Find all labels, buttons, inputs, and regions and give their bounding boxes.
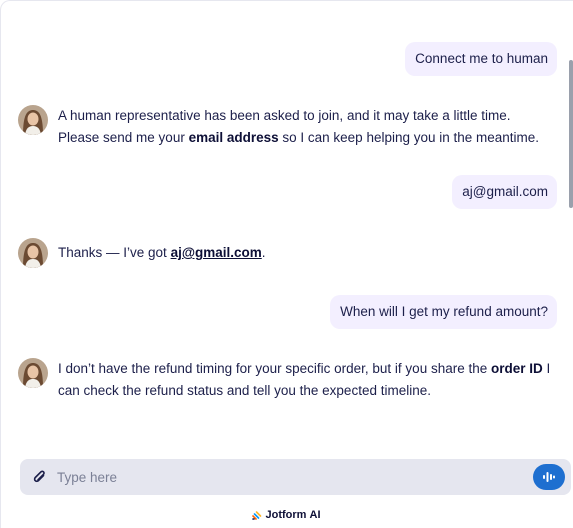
user-message: When will I get my refund amount? — [330, 295, 557, 329]
paperclip-icon[interactable] — [32, 469, 48, 485]
bot-text-emphasis: order ID — [491, 361, 543, 376]
user-message: Connect me to human — [405, 42, 557, 76]
voice-wave-icon — [543, 472, 555, 482]
bot-message-text: I don’t have the refund timing for your … — [58, 358, 553, 402]
user-message-text: When will I get my refund amount? — [340, 304, 548, 319]
bot-message: A human representative has been asked to… — [18, 105, 553, 149]
brand-suffix: AI — [309, 509, 321, 521]
message-composer — [20, 459, 571, 495]
agent-avatar — [18, 105, 48, 135]
brand-name: Jotform — [265, 509, 307, 521]
bot-text-part: I don’t have the refund timing for your … — [58, 361, 491, 376]
bot-message: I don’t have the refund timing for your … — [18, 358, 553, 402]
user-message-text: aj@gmail.com — [462, 184, 548, 199]
agent-avatar — [18, 238, 48, 268]
bot-message-text: Thanks — I’ve got aj@gmail.com. — [58, 242, 266, 264]
bot-text-part: so I can keep helping you in the meantim… — [278, 130, 540, 145]
bot-message: Thanks — I’ve got aj@gmail.com. — [18, 238, 553, 268]
user-message-text: Connect me to human — [415, 51, 548, 66]
bot-text-part: . — [261, 245, 266, 260]
user-message: aj@gmail.com — [452, 175, 557, 209]
voice-button[interactable] — [533, 464, 565, 490]
powered-by-brand[interactable]: Jotform AI — [0, 509, 573, 521]
bot-message-text: A human representative has been asked to… — [58, 105, 553, 149]
bot-text-emphasis: email address — [188, 130, 279, 145]
email-link[interactable]: aj@gmail.com — [171, 245, 262, 260]
scrollbar[interactable] — [569, 60, 573, 208]
jotform-logo-icon — [252, 511, 262, 520]
bot-text-part: Thanks — I’ve got — [58, 245, 171, 260]
agent-avatar — [18, 358, 48, 388]
message-input[interactable] — [57, 469, 533, 485]
